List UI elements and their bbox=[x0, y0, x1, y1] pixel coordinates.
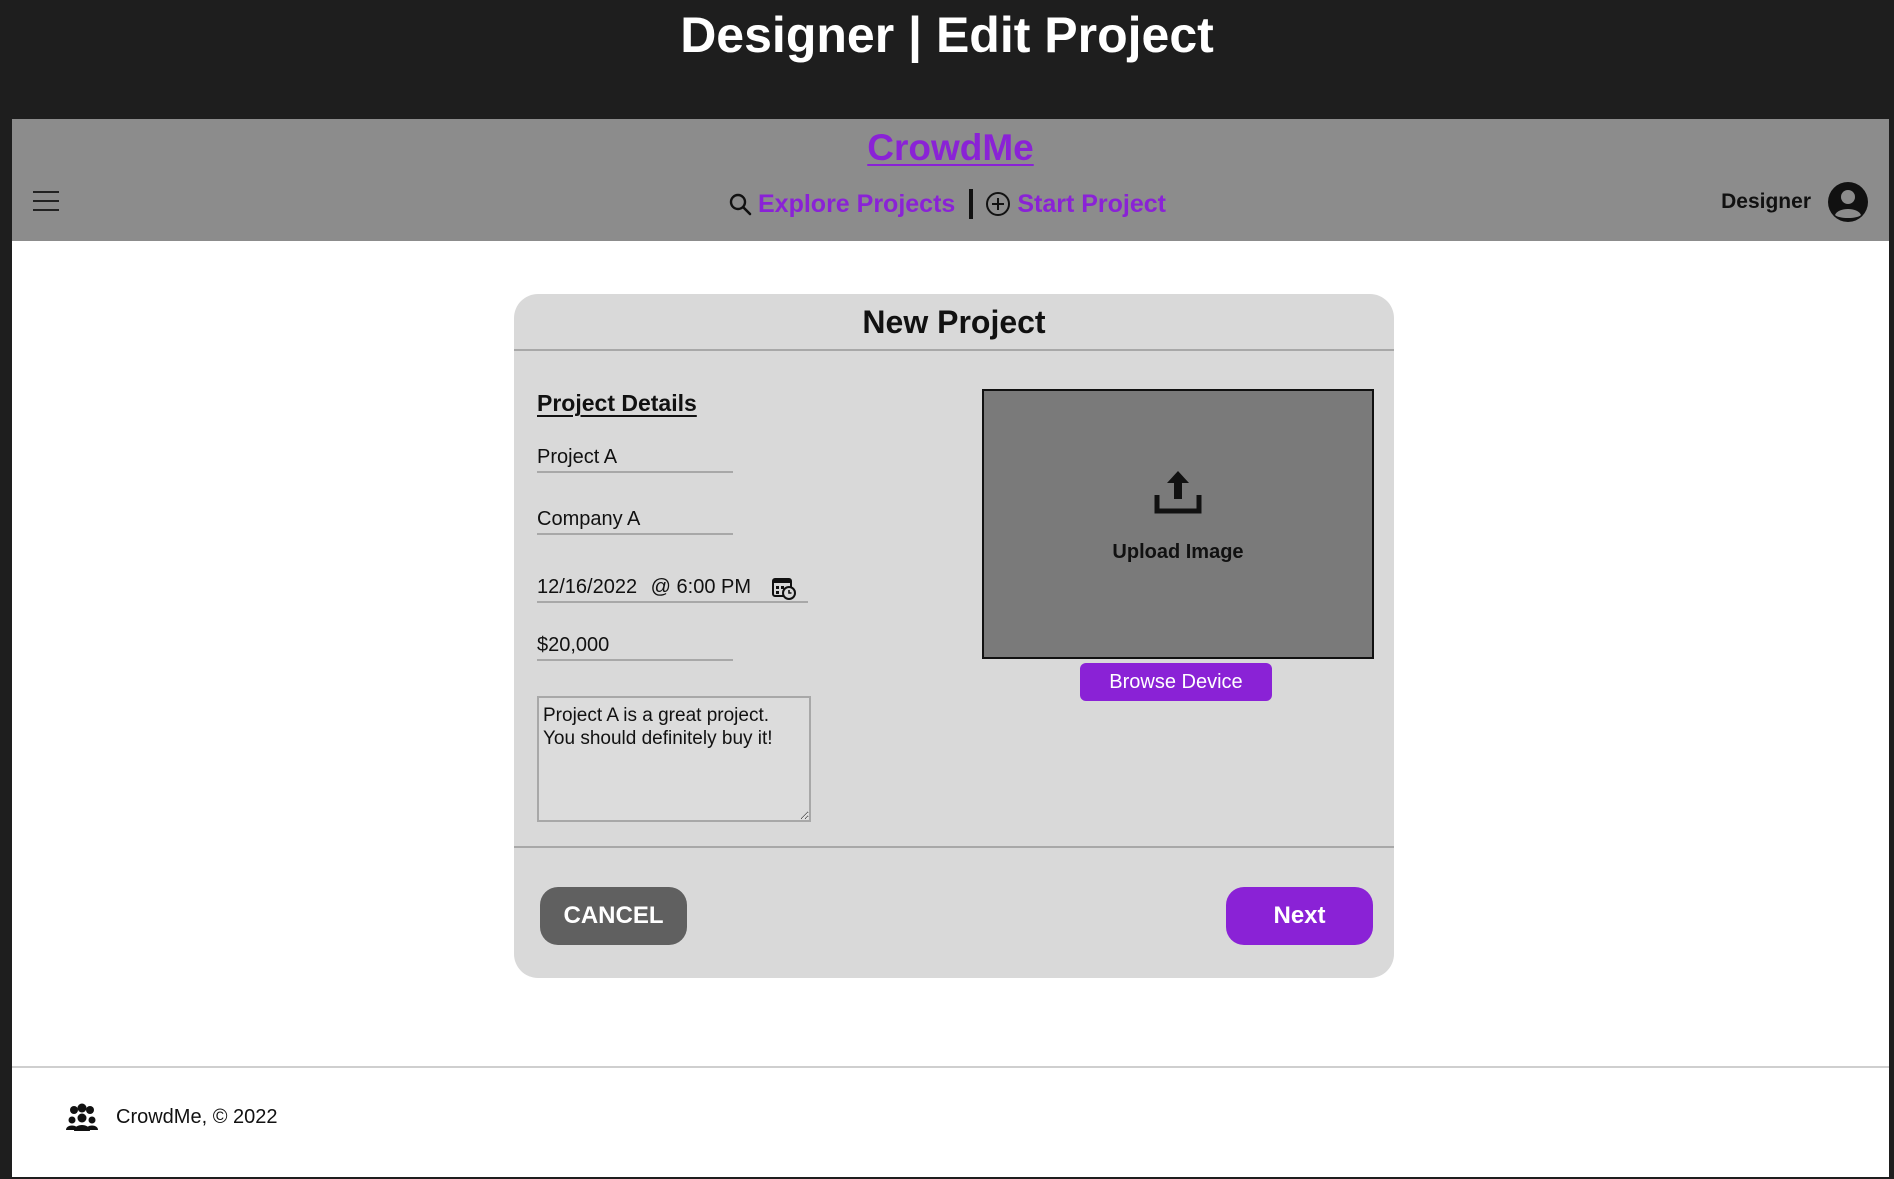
app-frame: CrowdMe Designer Explore Projects Start … bbox=[12, 119, 1889, 1177]
upload-icon bbox=[1154, 471, 1202, 514]
plus-circle-icon bbox=[986, 192, 1011, 216]
image-dropzone[interactable]: Upload Image bbox=[982, 389, 1374, 659]
time-value: @ 6:00 PM bbox=[650, 576, 752, 598]
footer-divider bbox=[12, 1066, 1889, 1068]
project-name-field[interactable] bbox=[537, 443, 733, 473]
upload-image-label: Upload Image bbox=[1112, 541, 1244, 563]
main-nav: Explore Projects Start Project bbox=[728, 186, 1166, 222]
user-name: Designer bbox=[1721, 190, 1811, 213]
window-title: Designer | Edit Project bbox=[680, 7, 1214, 63]
next-button[interactable]: Next bbox=[1226, 887, 1373, 945]
nav-explore-projects-label: Explore Projects bbox=[758, 189, 956, 218]
date-time-field[interactable]: 12/16/2022 @ 6:00 PM bbox=[537, 573, 808, 603]
funding-goal-field[interactable] bbox=[537, 631, 733, 661]
user-avatar-icon[interactable] bbox=[1827, 181, 1869, 223]
nav-start-project-label: Start Project bbox=[1017, 189, 1166, 218]
brand-link[interactable]: CrowdMe bbox=[867, 127, 1034, 168]
nav-start-project[interactable]: Start Project bbox=[985, 190, 1166, 219]
description-textarea[interactable]: Project A is a great project. You should… bbox=[537, 696, 811, 822]
card-title: New Project bbox=[514, 294, 1394, 351]
new-project-card: New Project Project Details 12/16/2022 @… bbox=[514, 294, 1394, 978]
footer: CrowdMe, © 2022 bbox=[66, 1103, 277, 1131]
people-group-icon bbox=[66, 1103, 98, 1131]
footer-copyright: CrowdMe, © 2022 bbox=[116, 1105, 278, 1128]
search-icon bbox=[729, 193, 752, 216]
brand: CrowdMe bbox=[12, 127, 1889, 169]
date-value: 12/16/2022 bbox=[537, 576, 638, 598]
calendar-clock-icon[interactable] bbox=[772, 576, 796, 600]
nav-divider bbox=[969, 189, 974, 219]
cancel-button[interactable]: CANCEL bbox=[540, 887, 687, 945]
nav-explore-projects[interactable]: Explore Projects bbox=[728, 190, 955, 219]
company-name-field[interactable] bbox=[537, 505, 733, 535]
user-menu[interactable]: Designer bbox=[1721, 181, 1869, 223]
card-divider bbox=[514, 846, 1394, 848]
hamburger-menu-icon[interactable] bbox=[32, 189, 60, 213]
browse-device-button[interactable]: Browse Device bbox=[1080, 663, 1272, 701]
top-navbar: CrowdMe Designer bbox=[12, 119, 1889, 241]
section-title-project-details: Project Details bbox=[537, 390, 697, 416]
